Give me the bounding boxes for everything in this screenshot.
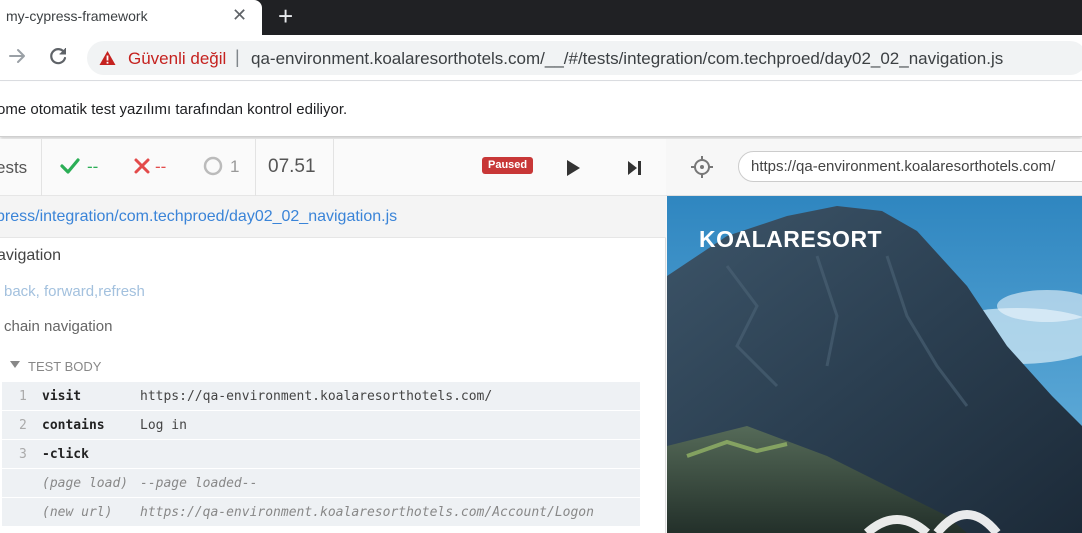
browser-tab[interactable]: my-cypress-framework ✕ (0, 0, 262, 35)
suite-title[interactable]: avigation (0, 247, 61, 265)
event-name: (new url) (42, 505, 113, 520)
tab-strip: my-cypress-framework ✕ + (0, 0, 1082, 35)
close-icon[interactable]: ✕ (232, 5, 247, 26)
resume-play-icon[interactable] (562, 157, 584, 179)
command-number: 2 (19, 418, 27, 433)
warning-icon[interactable] (99, 50, 116, 66)
test-item[interactable]: chain navigation (4, 318, 112, 335)
duration-cell: 07.51 (256, 139, 334, 196)
tab-title: my-cypress-framework (6, 8, 148, 24)
pending-spinner-icon (203, 156, 223, 176)
tests-toggle[interactable]: ests (0, 139, 42, 196)
command-row[interactable]: 1 visit https://qa-environment.koalareso… (2, 382, 640, 411)
check-icon (60, 158, 80, 174)
pending-count: 1 (230, 157, 240, 176)
command-number: 1 (19, 389, 27, 404)
test-item[interactable]: back, forward,refresh (4, 283, 145, 300)
failed-count: -- (155, 157, 167, 176)
event-name: (page load) (42, 476, 129, 491)
forward-arrow-icon[interactable] (6, 44, 30, 68)
reload-icon[interactable] (46, 44, 70, 68)
command-name: -click (42, 447, 89, 462)
browser-toolbar: Güvenli değil | qa-environment.koalareso… (0, 35, 1082, 81)
spec-file-link[interactable]: press/integration/com.techproed/day02_02… (0, 208, 397, 226)
command-message: https://qa-environment.koalaresorthotels… (140, 389, 493, 404)
tests-label: ests (0, 158, 28, 177)
automation-infobar: ome otomatik test yazılımı tarafından ko… (0, 82, 1082, 137)
event-message: --page loaded-- (140, 476, 258, 491)
command-name: contains (42, 418, 105, 433)
command-name: visit (42, 389, 82, 404)
new-tab-icon[interactable]: + (278, 1, 293, 32)
chevron-down-icon[interactable] (10, 361, 20, 368)
address-bar[interactable]: Güvenli değil | qa-environment.koalareso… (87, 41, 1082, 75)
spec-file-header: press/integration/com.techproed/day02_02… (0, 196, 666, 238)
aut-iframe[interactable]: KOALARESORT (667, 196, 1082, 533)
test-counts: -- -- 1 (42, 139, 256, 196)
next-step-icon[interactable] (624, 157, 646, 179)
site-brand-logo[interactable]: KOALARESORT (699, 226, 882, 253)
aut-url-bar[interactable]: https://qa-environment.koalaresorthotels… (738, 151, 1082, 182)
command-number: 3 (19, 447, 27, 462)
command-row[interactable]: 3 -click (2, 440, 640, 469)
cypress-reporter: ests -- -- 1 07.51 Paused press/integrat… (0, 139, 666, 533)
cross-icon (134, 158, 150, 174)
command-message: Log in (140, 418, 187, 433)
passed-count: -- (87, 157, 99, 176)
reporter-stats-bar: ests -- -- 1 07.51 Paused (0, 139, 666, 196)
not-secure-label[interactable]: Güvenli değil (128, 49, 226, 69)
duration: 07.51 (268, 156, 316, 177)
aut-header: https://qa-environment.koalaresorthotels… (666, 139, 1082, 196)
paused-badge: Paused (482, 157, 534, 174)
command-log: 1 visit https://qa-environment.koalareso… (2, 382, 640, 527)
address-separator: | (235, 47, 240, 67)
aut-panel: https://qa-environment.koalaresorthotels… (666, 139, 1082, 533)
address-url[interactable]: qa-environment.koalaresorthotels.com/__/… (251, 49, 1003, 69)
selector-playground-icon[interactable] (690, 155, 714, 179)
infobar-text: ome otomatik test yazılımı tarafından ko… (0, 101, 348, 118)
command-row[interactable]: 2 contains Log in (2, 411, 640, 440)
aut-url: https://qa-environment.koalaresorthotels… (751, 158, 1056, 175)
event-message: https://qa-environment.koalaresorthotels… (140, 505, 594, 520)
command-event-row[interactable]: (new url) https://qa-environment.koalare… (2, 498, 640, 527)
command-event-row[interactable]: (page load) --page loaded-- (2, 469, 640, 498)
test-body-label[interactable]: TEST BODY (28, 359, 101, 374)
